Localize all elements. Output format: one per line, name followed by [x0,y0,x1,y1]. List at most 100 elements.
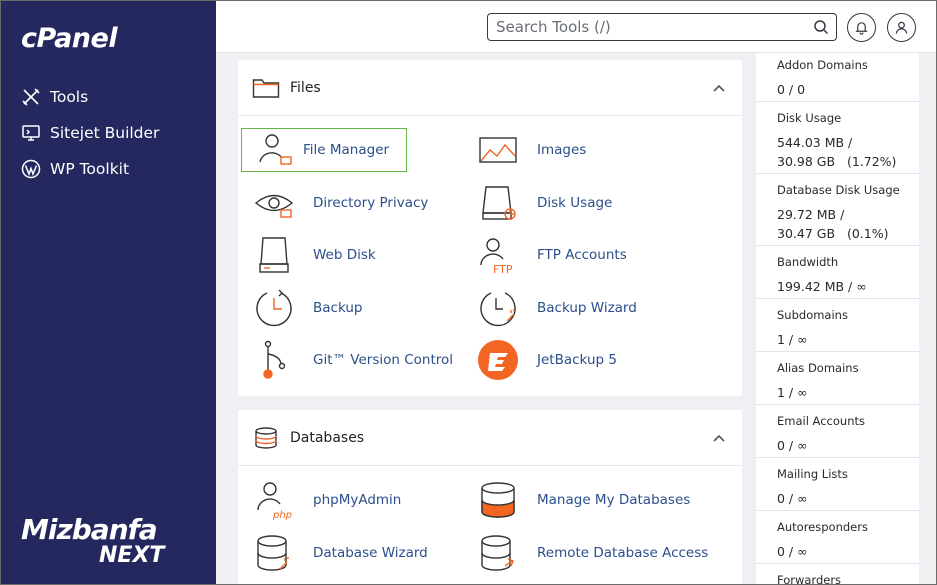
tool-git-version-control[interactable]: Git™ Version Control [252,340,453,380]
stat-alias-domains: Alias Domains 1 / ∞ [756,352,919,405]
tool-file-manager[interactable]: File Manager [241,128,407,172]
tool-label: Remote Database Access [537,545,709,561]
sidebar-item-tools[interactable]: Tools [21,84,88,110]
database-icon [255,426,277,449]
user-icon [895,21,908,34]
tool-label: Disk Usage [537,195,613,211]
chevron-up-icon[interactable] [712,433,726,443]
svg-text:FTP: FTP [493,263,513,275]
wordpress-icon [21,159,41,179]
remote-database-icon [481,535,514,571]
stat-email-accounts: Email Accounts 0 / ∞ [756,405,919,458]
tool-label: Manage My Databases [537,492,691,508]
tool-label: phpMyAdmin [313,492,402,508]
manage-databases-icon [481,482,515,518]
files-panel-header[interactable]: Files [238,60,742,116]
stat-label: Addon Domains [777,58,868,72]
folder-icon [252,78,280,98]
search-input[interactable] [488,18,798,36]
stat-database-disk-usage: Database Disk Usage 29.72 MB / 30.47 GB … [756,174,919,246]
file-manager-icon [259,134,292,165]
database-wizard-icon [257,535,289,571]
tool-label: Database Wizard [313,545,428,561]
notifications-button[interactable] [847,13,876,42]
directory-privacy-icon [254,194,294,218]
stat-bandwidth: Bandwidth 199.42 MB / ∞ [756,246,919,299]
tool-label: Images [537,142,587,158]
stat-label: Mailing Lists [777,467,848,481]
top-header [216,1,936,53]
stat-value: 30.98 GB (1.72%) [777,154,897,169]
bell-icon [855,22,868,35]
tool-label: Directory Privacy [313,195,429,211]
tool-jetbackup[interactable]: JetBackup 5 [476,340,617,380]
stat-value: 0 / ∞ [777,438,808,453]
stat-value: 199.42 MB / ∞ [777,279,867,294]
stat-value: 0 / ∞ [777,544,808,559]
tool-ftp-accounts[interactable]: FTP FTP Accounts [476,235,627,275]
sitejet-icon [22,125,40,141]
tool-backup-wizard[interactable]: Backup Wizard [476,288,637,328]
tool-backup[interactable]: Backup [252,288,363,328]
panel-title: Databases [290,429,365,446]
tool-label: Backup [313,300,363,316]
jetbackup-icon [478,340,518,380]
statistics-panel: Addon Domains 0 / 0 Disk Usage 544.03 MB… [756,53,919,584]
stat-label: Subdomains [777,308,848,322]
svg-text:php: php [272,510,292,520]
brand-name: Mizbanfa [21,513,158,546]
user-menu-button[interactable] [887,13,916,42]
ftp-accounts-icon: FTP [480,238,513,275]
tool-label: FTP Accounts [537,247,627,263]
backup-icon [256,289,292,327]
git-icon [263,340,286,379]
databases-panel-header[interactable]: Databases [238,410,742,466]
chevron-up-icon[interactable] [712,83,726,93]
tool-web-disk[interactable]: Web Disk [252,235,376,275]
stat-forwarders: Forwarders [756,564,919,584]
sidebar-item-label: Sitejet Builder [50,124,160,142]
stat-autoresponders: Autoresponders 0 / ∞ [756,511,919,564]
tool-images[interactable]: Images [476,130,586,170]
panel-title: Files [290,79,321,96]
tool-label: Web Disk [313,247,376,263]
stat-value: 0 / ∞ [777,491,808,506]
sidebar-item-wp-toolkit[interactable]: WP Toolkit [21,156,129,182]
tool-label: JetBackup 5 [537,352,617,368]
mizbanfa-logo: Mizbanfa NEXT [21,513,181,569]
page-scroll-area[interactable] [919,53,936,584]
search-icon[interactable] [813,19,829,35]
stat-value: 1 / ∞ [777,385,808,400]
search-box [487,13,837,41]
tool-disk-usage[interactable]: Disk Usage [476,183,612,223]
sidebar-item-sitejet-builder[interactable]: Sitejet Builder [21,120,159,146]
sidebar-item-label: Tools [50,88,89,106]
sidebar-item-label: WP Toolkit [50,160,130,178]
stat-label: Autoresponders [777,520,868,534]
brand-suffix: NEXT [99,543,165,568]
tool-manage-my-databases[interactable]: Manage My Databases [476,480,690,520]
stat-label: Database Disk Usage [777,183,900,197]
tool-label: File Manager [303,142,390,158]
app-window: cPanel Tools Sitejet Builder WP Toolkit … [0,0,937,585]
stat-mailing-lists: Mailing Lists 0 / ∞ [756,458,919,511]
stat-value: 1 / ∞ [777,332,808,347]
stat-label: Bandwidth [777,255,839,269]
tool-remote-database-access[interactable]: Remote Database Access [476,533,708,573]
tool-phpmyadmin[interactable]: php phpMyAdmin [252,480,401,520]
tool-label: Backup Wizard [537,300,637,316]
stat-value: 30.47 GB (0.1%) [777,226,889,241]
stat-label: Disk Usage [777,111,842,125]
databases-panel: Databases php phpMyAdmin Manage My Datab… [238,410,742,584]
stat-label: Email Accounts [777,414,865,428]
stat-disk-usage: Disk Usage 544.03 MB / 30.98 GB (1.72%) [756,102,919,174]
stat-label: Alias Domains [777,361,859,375]
stat-addon-domains: Addon Domains 0 / 0 [756,53,919,102]
images-icon [479,137,517,163]
disk-usage-icon [482,186,516,220]
cpanel-logo[interactable]: cPanel [21,23,118,54]
tool-database-wizard[interactable]: Database Wizard [252,533,428,573]
backup-wizard-icon [480,292,516,327]
sidebar: cPanel Tools Sitejet Builder WP Toolkit … [1,1,216,584]
tool-directory-privacy[interactable]: Directory Privacy [252,183,428,223]
